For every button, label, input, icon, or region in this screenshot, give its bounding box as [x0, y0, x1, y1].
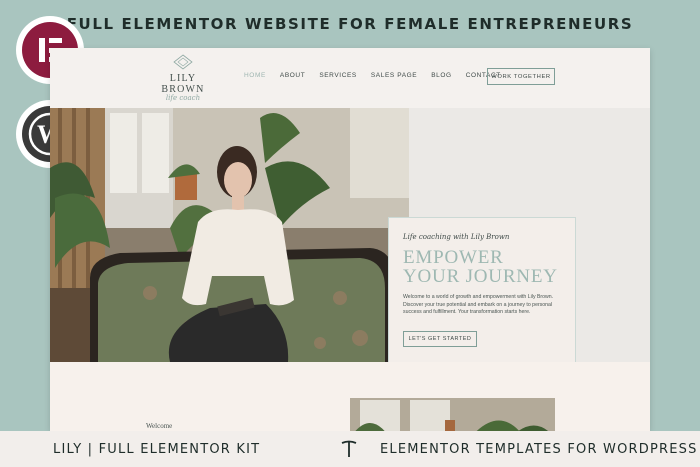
welcome-heading: Welcome [146, 422, 173, 430]
nav-services[interactable]: SERVICES [319, 72, 357, 79]
hero-section: Life coaching with Lily Brown EMPOWER YO… [50, 108, 650, 374]
website-preview: LILY BROWN life coach HOME ABOUT SERVICE… [50, 48, 650, 431]
hero-photo [50, 108, 409, 362]
bottom-banner: LILY | FULL ELEMENTOR KIT ELEMENTOR TEMP… [0, 431, 700, 467]
hero-headline-line-2: YOUR JOURNEY [403, 266, 558, 287]
hero-eyebrow: Life coaching with Lily Brown [403, 233, 510, 241]
nav-blog[interactable]: BLOG [431, 72, 451, 79]
diamond-logo-icon [173, 54, 193, 70]
nav-sales-page[interactable]: SALES PAGE [371, 72, 417, 79]
banner-title: FULL ELEMENTOR WEBSITE FOR FEMALE ENTREP… [66, 15, 634, 33]
typography-t-logo-icon [341, 440, 357, 457]
lets-get-started-button[interactable]: LET'S GET STARTED [403, 330, 477, 347]
kit-name: LILY | FULL ELEMENTOR KIT [53, 441, 261, 457]
welcome-photo [350, 398, 555, 431]
work-together-button[interactable]: WORK TOGETHER [487, 68, 555, 85]
nav-home[interactable]: HOME [244, 72, 266, 79]
main-menu: HOME ABOUT SERVICES SALES PAGE BLOG CONT… [244, 72, 501, 79]
site-header: LILY BROWN life coach HOME ABOUT SERVICE… [50, 48, 650, 108]
top-banner: FULL ELEMENTOR WEBSITE FOR FEMALE ENTREP… [0, 0, 700, 48]
logo-tagline: life coach [165, 94, 201, 102]
hero-body-text: Welcome to a world of growth and empower… [403, 294, 554, 316]
hero-card: Life coaching with Lily Brown EMPOWER YO… [388, 217, 576, 374]
templates-label: ELEMENTOR TEMPLATES FOR WORDPRESS [380, 441, 698, 457]
welcome-section: Welcome [50, 362, 650, 431]
nav-about[interactable]: ABOUT [280, 72, 305, 79]
logo-name: LILY BROWN [161, 73, 205, 95]
hero-headline-line-1: EMPOWER [403, 247, 504, 268]
site-logo[interactable]: LILY BROWN life coach [148, 54, 218, 102]
